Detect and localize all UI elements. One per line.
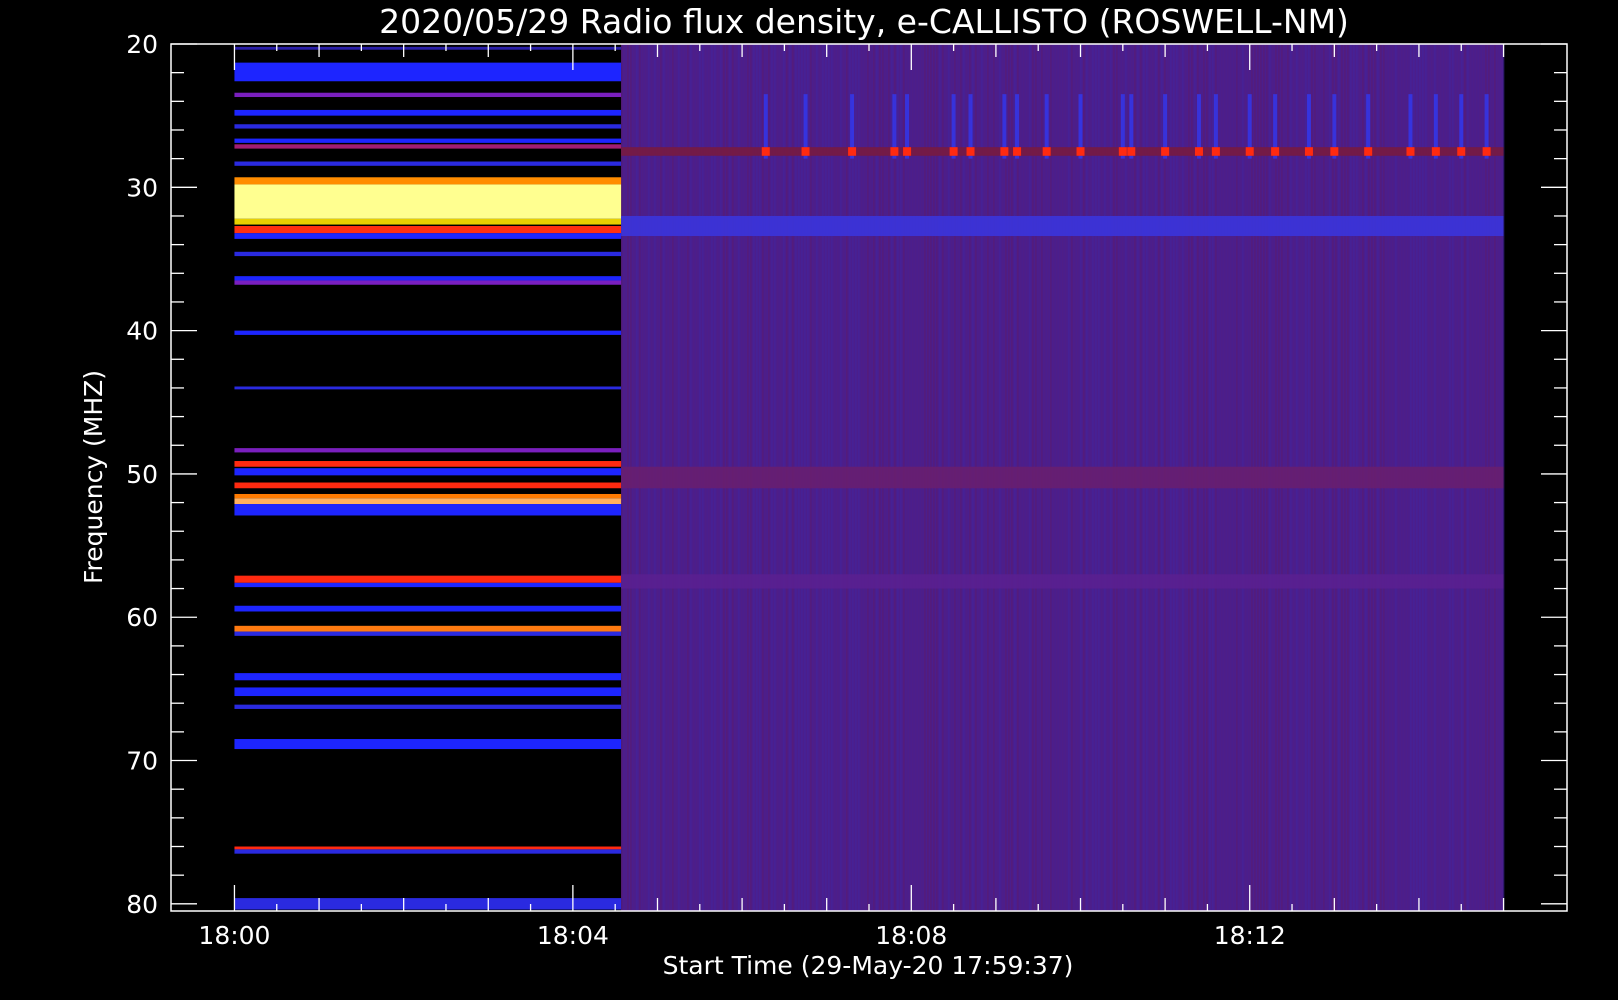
emission-band (234, 138, 622, 143)
chart-title: 2020/05/29 Radio flux density, e-CALLIST… (379, 2, 1349, 41)
y-tick-label: 70 (126, 747, 158, 776)
burst-mark (1013, 147, 1022, 156)
burst-mark (848, 147, 857, 156)
emission-band (234, 184, 622, 219)
burst-mark (1076, 147, 1085, 156)
emission-band (234, 218, 622, 225)
emission-band (234, 225, 622, 234)
y-tick-label: 20 (126, 30, 158, 59)
emission-band (234, 276, 622, 281)
x-tick-label: 18:00 (198, 921, 270, 950)
burst-mark (1457, 147, 1466, 156)
emission-band (234, 330, 622, 335)
emission-band (234, 280, 622, 285)
burst-mark (1364, 147, 1373, 156)
emission-band (621, 215, 1504, 237)
segment-1-background (234, 44, 622, 911)
burst-mark (801, 147, 810, 156)
burst-mark (949, 147, 958, 156)
plot-area (234, 44, 1505, 911)
emission-band (234, 673, 622, 681)
emission-band (234, 704, 622, 709)
emission-band (234, 92, 622, 98)
emission-band (234, 233, 622, 239)
y-tick-label: 50 (126, 460, 158, 489)
emission-band (234, 493, 622, 499)
y-axis-label: Frequency (MHZ) (79, 370, 108, 584)
emission-band (234, 687, 622, 697)
emission-band (234, 386, 622, 390)
burst-mark (1245, 147, 1254, 156)
emission-band (234, 482, 622, 489)
emission-band (234, 177, 622, 185)
emission-band (234, 849, 622, 854)
x-tick-label: 18:08 (875, 921, 947, 950)
emission-band (234, 251, 622, 257)
emission-band (234, 461, 622, 467)
burst-mark (966, 147, 975, 156)
burst-mark (1211, 147, 1220, 156)
emission-band (234, 631, 622, 636)
burst-mark (1127, 147, 1136, 156)
x-axis-label: Start Time (29-May-20 17:59:37) (663, 951, 1074, 980)
y-tick-label: 80 (126, 890, 158, 919)
burst-mark (1304, 147, 1313, 156)
burst-mark (1042, 147, 1051, 156)
emission-band (234, 898, 622, 910)
burst-mark (1118, 147, 1127, 156)
emission-band (234, 46, 622, 50)
emission-band (234, 109, 622, 116)
emission-band (234, 161, 622, 166)
y-tick-label: 40 (126, 317, 158, 346)
y-tick-label: 60 (126, 603, 158, 632)
emission-band (621, 574, 1504, 589)
x-tick-label: 18:04 (537, 921, 609, 950)
burst-mark (890, 147, 899, 156)
burst-mark (1330, 147, 1339, 156)
burst-mark (1482, 147, 1491, 156)
y-tick-label: 30 (126, 173, 158, 202)
burst-mark (903, 147, 912, 156)
emission-band (234, 144, 622, 149)
emission-band (234, 582, 622, 588)
emission-band (234, 739, 622, 750)
emission-band (234, 504, 622, 516)
emission-band (234, 625, 622, 632)
burst-mark (1194, 147, 1203, 156)
emission-band (234, 448, 622, 453)
spectrogram-chart: 2020/05/29 Radio flux density, e-CALLIST… (0, 0, 1618, 1000)
burst-mark (1406, 147, 1415, 156)
burst-mark (1161, 147, 1170, 156)
emission-band (234, 468, 622, 476)
emission-band (234, 62, 622, 82)
emission-band (234, 846, 622, 850)
emission-band (234, 605, 622, 612)
emission-band (234, 575, 622, 583)
burst-mark (761, 147, 770, 156)
burst-mark (1271, 147, 1280, 156)
burst-mark (1000, 147, 1009, 156)
burst-mark (1431, 147, 1440, 156)
x-tick-label: 18:12 (1214, 921, 1286, 950)
emission-band (234, 124, 622, 129)
emission-band (621, 466, 1504, 489)
emission-band (234, 498, 622, 505)
